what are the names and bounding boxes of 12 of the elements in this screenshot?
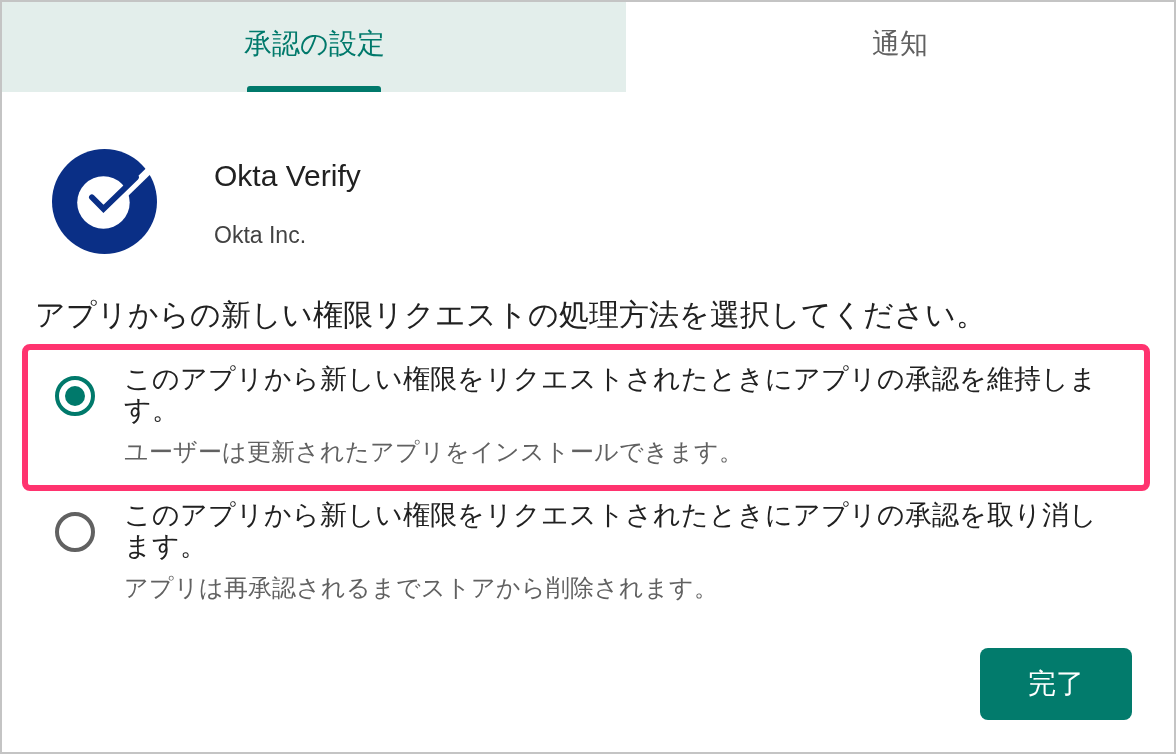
app-developer: Okta Inc. (214, 220, 307, 249)
option-description: アプリは再承認されるまでストアから削除されます。 (124, 573, 718, 603)
done-button[interactable]: 完了 (980, 648, 1132, 720)
app-name: Okta Verify (214, 158, 361, 193)
option-label: このアプリから新しい権限をリクエストされたときにアプリの承認を維持します。 (124, 364, 1098, 426)
option-label: このアプリから新しい権限をリクエストされたときにアプリの承認を取り消します。 (124, 500, 1098, 562)
option-description: ユーザーは更新されたアプリをインストールできます。 (124, 437, 743, 467)
tab[interactable]: 承認の設定 (2, 2, 626, 92)
prompt-text: アプリからの新しい権限リクエストの処理方法を選択してください。 (35, 297, 986, 333)
check-circle-logo-icon (52, 149, 157, 254)
radio-button[interactable] (55, 376, 95, 416)
radio-button[interactable] (55, 512, 95, 552)
